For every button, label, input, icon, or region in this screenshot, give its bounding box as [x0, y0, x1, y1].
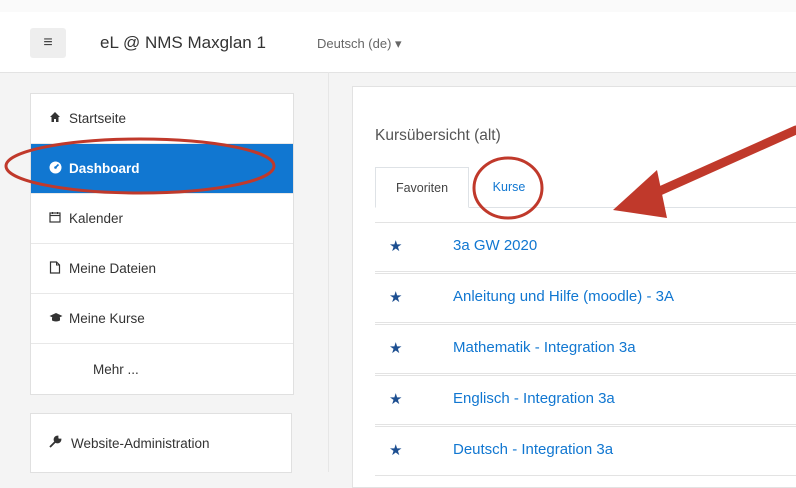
- sidebar-item-label: Startseite: [69, 111, 127, 126]
- hamburger-icon[interactable]: ≡: [30, 28, 66, 58]
- sidebar-item-label: Kalender: [69, 211, 124, 226]
- star-icon[interactable]: ★: [389, 390, 402, 408]
- sidebar-item-label: Meine Kurse: [69, 311, 145, 326]
- course-link[interactable]: Mathematik - Integration 3a: [453, 339, 636, 356]
- sidebar-item-label: Dashboard: [69, 161, 140, 176]
- home-icon: [49, 111, 69, 126]
- course-row: ★ Englisch - Integration 3a: [375, 375, 796, 425]
- sidebar-nav: Startseite Dashboard Kalender Meine Date…: [30, 93, 294, 395]
- course-link[interactable]: Anleitung und Hilfe (moodle) - 3A: [453, 288, 674, 305]
- star-icon[interactable]: ★: [389, 288, 402, 306]
- language-selector[interactable]: Deutsch (de) ▾: [317, 36, 402, 52]
- sidebar-item-startseite[interactable]: Startseite: [31, 94, 293, 144]
- wrench-icon: [49, 435, 71, 451]
- sidebar-item-meine-kurse[interactable]: Meine Kurse: [31, 294, 293, 344]
- star-icon[interactable]: ★: [389, 441, 402, 459]
- course-link[interactable]: Deutsch - Integration 3a: [453, 441, 613, 458]
- course-link[interactable]: Englisch - Integration 3a: [453, 390, 615, 407]
- card-title: Kursübersicht (alt): [375, 127, 501, 144]
- graduation-cap-icon: [49, 311, 69, 326]
- top-strip: [0, 0, 796, 12]
- star-icon[interactable]: ★: [389, 237, 402, 255]
- sidebar-item-mehr[interactable]: Mehr ...: [31, 344, 293, 394]
- course-row: ★ Mathematik - Integration 3a: [375, 324, 796, 374]
- course-row: ★ 3a GW 2020: [375, 222, 796, 272]
- divider: [328, 72, 329, 472]
- site-brand[interactable]: eL @ NMS Maxglan 1: [100, 33, 266, 53]
- course-link[interactable]: 3a GW 2020: [453, 237, 537, 254]
- navbar: ≡ eL @ NMS Maxglan 1 Deutsch (de) ▾: [0, 12, 796, 73]
- tab-favoriten[interactable]: Favoriten: [375, 167, 469, 208]
- sidebar-item-label: Mehr ...: [93, 361, 139, 377]
- sidebar-item-label: Meine Dateien: [69, 261, 157, 276]
- course-list: ★ 3a GW 2020 ★ Anleitung und Hilfe (mood…: [375, 222, 796, 477]
- tab-kurse[interactable]: Kurse: [479, 167, 539, 207]
- sidebar-item-website-administration[interactable]: Website-Administration: [30, 413, 292, 473]
- course-overview-card: Kursübersicht (alt) Favoriten Kurse ★ 3a…: [352, 86, 796, 488]
- sidebar-item-kalender[interactable]: Kalender: [31, 194, 293, 244]
- star-icon[interactable]: ★: [389, 339, 402, 357]
- course-row: ★ Deutsch - Integration 3a: [375, 426, 796, 476]
- course-row: ★ Anleitung und Hilfe (moodle) - 3A: [375, 273, 796, 323]
- sidebar-item-label: Website-Administration: [71, 435, 210, 451]
- dashboard-icon: [49, 161, 69, 177]
- calendar-icon: [49, 211, 69, 226]
- file-icon: [49, 260, 69, 277]
- sidebar-item-dashboard[interactable]: Dashboard: [31, 144, 293, 194]
- sidebar-item-meine-dateien[interactable]: Meine Dateien: [31, 244, 293, 294]
